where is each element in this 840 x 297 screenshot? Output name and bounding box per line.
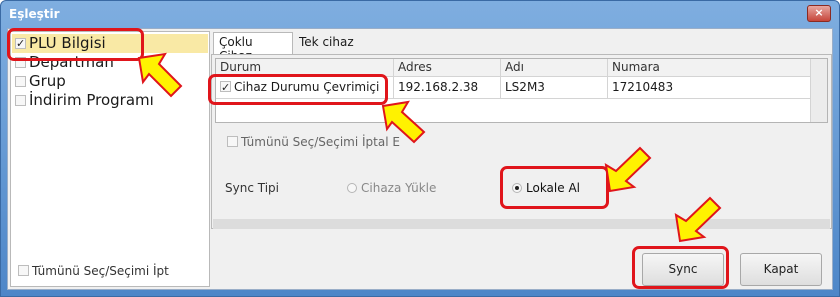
column-header-adres[interactable]: Adres xyxy=(394,59,501,77)
column-header-numara[interactable]: Numara xyxy=(608,59,811,77)
table-row[interactable]: Cihaz Durumu Çevrimiçi 192.168.2.38 LS2M… xyxy=(216,77,811,99)
sync-dialog-window: Eşleştir × PLU Bilgisi Departman Grup İn… xyxy=(0,0,840,297)
cell-durum-text: Cihaz Durumu Çevrimiçi xyxy=(234,80,380,94)
window-title: Eşleştir xyxy=(9,7,60,21)
left-select-all-label: Tümünü Seç/Seçimi İpt xyxy=(32,264,169,278)
radio-button[interactable] xyxy=(347,183,357,193)
list-item-label: Grup xyxy=(29,72,66,90)
right-select-all-checkbox[interactable] xyxy=(227,136,238,147)
list-item-plu-bilgisi[interactable]: PLU Bilgisi xyxy=(12,34,208,53)
radio-lokale-al[interactable]: Lokale Al xyxy=(512,181,580,195)
title-bar[interactable]: Eşleştir × xyxy=(1,1,839,28)
indirim-checkbox[interactable] xyxy=(15,95,26,106)
tab-tek-cihaz[interactable]: Tek cihaz xyxy=(293,32,363,54)
left-select-all[interactable]: Tümünü Seç/Seçimi İpt xyxy=(18,264,169,278)
list-item-label: Departman xyxy=(29,53,114,71)
cell-durum[interactable]: Cihaz Durumu Çevrimiçi xyxy=(216,77,394,99)
right-select-all[interactable]: Tümünü Seç/Seçimi İptal E xyxy=(227,135,400,149)
cell-numara: 17210483 xyxy=(608,77,811,99)
data-type-list: PLU Bilgisi Departman Grup İndirim Progr… xyxy=(10,31,210,287)
left-select-all-checkbox[interactable] xyxy=(18,265,29,276)
right-select-all-label: Tümünü Seç/Seçimi İptal E xyxy=(241,135,400,149)
sync-button[interactable]: Sync xyxy=(642,253,724,286)
list-item-label: İndirim Programı xyxy=(29,91,154,109)
radio-label: Lokale Al xyxy=(526,181,580,195)
radio-button[interactable] xyxy=(512,183,522,193)
tab-content: Durum Adres Adı Numara Cihaz Durumu Çevr… xyxy=(211,54,832,229)
radio-cihaza-yukle[interactable]: Cihaza Yükle xyxy=(347,181,436,195)
device-grid: Durum Adres Adı Numara Cihaz Durumu Çevr… xyxy=(215,58,828,123)
cell-adi: LS2M3 xyxy=(501,77,608,99)
grid-header-row: Durum Adres Adı Numara xyxy=(216,59,811,77)
column-header-durum[interactable]: Durum xyxy=(216,59,394,77)
grup-checkbox[interactable] xyxy=(15,76,26,87)
grid-vertical-scrollbar[interactable] xyxy=(810,59,827,122)
plu-checkbox[interactable] xyxy=(15,34,26,53)
dialog-body: PLU Bilgisi Departman Grup İndirim Progr… xyxy=(7,28,833,290)
device-row-checkbox[interactable] xyxy=(220,77,231,98)
close-window-button[interactable]: × xyxy=(807,5,831,22)
radio-label: Cihaza Yükle xyxy=(361,181,437,195)
sync-type-label: Sync Tipi xyxy=(225,181,279,195)
tab-coklu-cihaz[interactable]: Çoklu Cihaz xyxy=(213,32,293,63)
list-item-indirim-programi[interactable]: İndirim Programı xyxy=(15,91,154,110)
list-item-grup[interactable]: Grup xyxy=(15,72,66,91)
list-item-departman[interactable]: Departman xyxy=(15,53,114,72)
kapat-button[interactable]: Kapat xyxy=(740,253,822,286)
departman-checkbox[interactable] xyxy=(15,57,26,68)
list-item-label: PLU Bilgisi xyxy=(29,34,106,52)
cell-adres: 192.168.2.38 xyxy=(394,77,501,99)
horizontal-scrollbar[interactable] xyxy=(213,219,830,229)
column-header-adi[interactable]: Adı xyxy=(501,59,608,77)
